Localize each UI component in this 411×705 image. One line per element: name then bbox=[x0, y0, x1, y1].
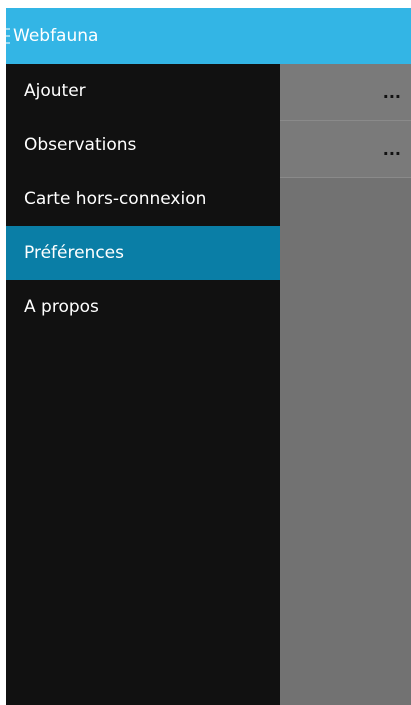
navigation-drawer: Ajouter Observations Carte hors-connexio… bbox=[6, 64, 280, 705]
drawer-item-a-propos[interactable]: A propos bbox=[6, 280, 280, 334]
drawer-item-label: Préférences bbox=[24, 243, 124, 263]
more-options-icon[interactable]: ... bbox=[383, 85, 401, 101]
hamburger-menu-icon[interactable] bbox=[6, 28, 10, 44]
drawer-item-ajouter[interactable]: Ajouter bbox=[6, 64, 280, 118]
app-window: Webfauna ... ... Ajouter Observations Ca… bbox=[6, 8, 411, 705]
drawer-item-label: A propos bbox=[24, 297, 99, 317]
hamburger-line bbox=[6, 35, 10, 37]
app-title[interactable]: Webfauna bbox=[13, 25, 98, 47]
drawer-item-label: Observations bbox=[24, 135, 137, 155]
drawer-item-carte-hors-connexion[interactable]: Carte hors-connexion bbox=[6, 172, 280, 226]
drawer-item-preferences[interactable]: Préférences bbox=[6, 226, 280, 280]
hamburger-line bbox=[6, 42, 10, 44]
drawer-item-label: Ajouter bbox=[24, 81, 86, 101]
more-options-icon[interactable]: ... bbox=[383, 142, 401, 158]
drawer-item-observations[interactable]: Observations bbox=[6, 118, 280, 172]
phone-screen: Webfauna ... ... Ajouter Observations Ca… bbox=[0, 0, 411, 705]
drawer-item-label: Carte hors-connexion bbox=[24, 189, 207, 209]
hamburger-line bbox=[6, 28, 10, 30]
action-bar: Webfauna bbox=[6, 8, 411, 64]
